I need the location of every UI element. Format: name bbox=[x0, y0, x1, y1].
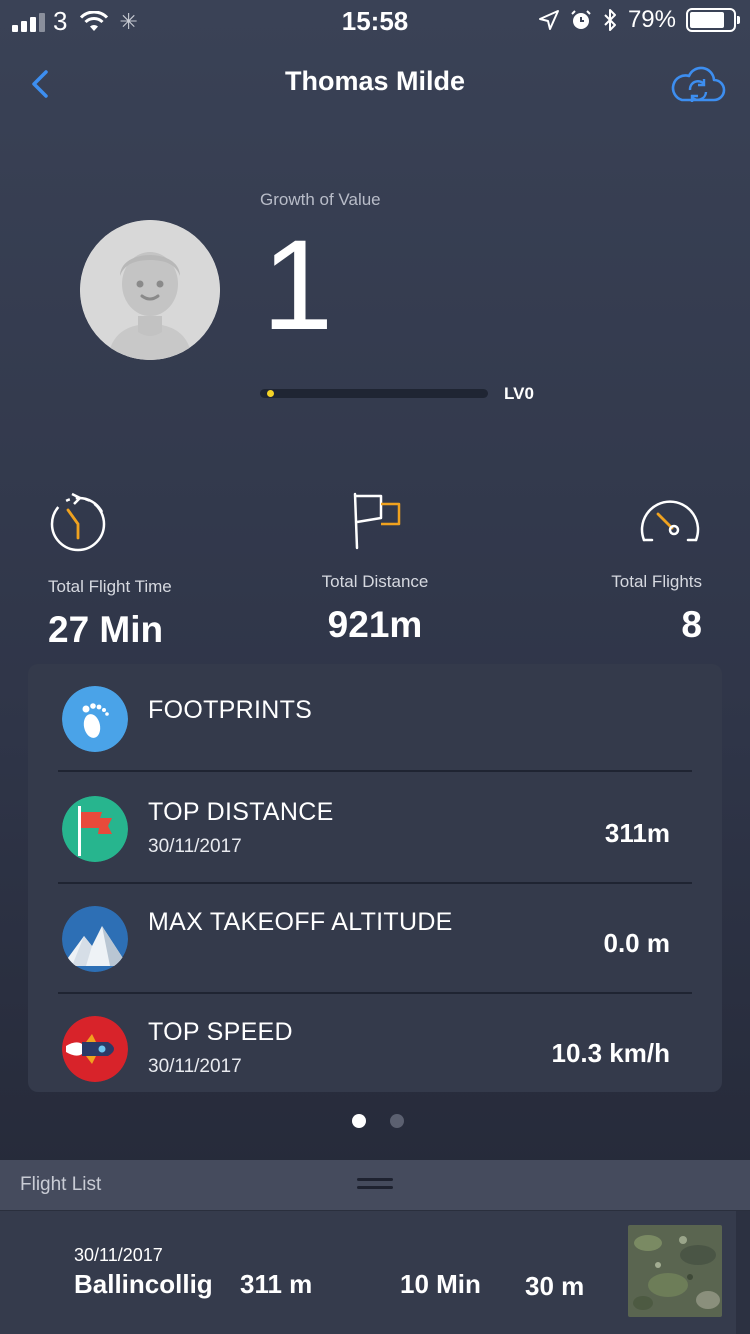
growth-value: 1 bbox=[262, 214, 334, 357]
location-arrow-icon bbox=[538, 10, 559, 30]
stat-label: Total Flight Time bbox=[48, 577, 172, 596]
flag-icon bbox=[353, 492, 401, 550]
page-dot-active[interactable] bbox=[352, 1114, 366, 1128]
record-title: TOP DISTANCE bbox=[148, 798, 334, 826]
record-title: MAX TAKEOFF ALTITUDE bbox=[148, 908, 453, 936]
flight-altitude: 30 m bbox=[525, 1271, 585, 1301]
record-max-altitude[interactable]: MAX TAKEOFF ALTITUDE 0.0 m bbox=[58, 884, 692, 994]
stat-value: 8 bbox=[681, 604, 702, 645]
record-title: FOOTPRINTS bbox=[148, 696, 313, 724]
flight-distance: 311 m bbox=[240, 1269, 313, 1299]
cloud-sync-button[interactable] bbox=[668, 64, 728, 108]
stat-value: 27 Min bbox=[48, 609, 164, 650]
flight-date: 30/11/2017 bbox=[74, 1245, 163, 1265]
speedometer-icon bbox=[640, 500, 700, 542]
level-label: LV0 bbox=[504, 384, 534, 403]
rocket-icon bbox=[62, 1016, 128, 1082]
divider bbox=[58, 770, 692, 772]
flight-duration: 10 Min bbox=[400, 1269, 481, 1299]
stopwatch-icon bbox=[50, 492, 106, 552]
status-right: 79% bbox=[538, 6, 740, 34]
flight-list-title: Flight List bbox=[20, 1174, 102, 1195]
record-value: 311m bbox=[604, 818, 670, 848]
level-progress-indicator bbox=[267, 390, 275, 397]
records-card: FOOTPRINTS TOP DISTANCE 30/11/2017 311m … bbox=[28, 664, 722, 1092]
flight-thumbnail[interactable] bbox=[628, 1225, 722, 1317]
page-title: Thomas Milde bbox=[284, 66, 466, 96]
stat-label: Total Flights bbox=[611, 572, 702, 591]
stat-total-flights: Total Flights 8 bbox=[611, 490, 702, 646]
level-progress-bar bbox=[260, 389, 488, 398]
record-footprints[interactable]: FOOTPRINTS bbox=[58, 664, 692, 774]
flight-location: Ballincollig bbox=[74, 1269, 213, 1299]
stat-total-distance: Total Distance 921m bbox=[300, 490, 450, 646]
stat-value: 921m bbox=[327, 604, 423, 645]
battery-icon bbox=[686, 8, 740, 32]
nav-bar: Thomas Milde bbox=[0, 40, 750, 128]
record-title: TOP SPEED bbox=[148, 1018, 293, 1046]
page-dot[interactable] bbox=[390, 1114, 404, 1128]
battery-percent: 79% bbox=[627, 6, 676, 33]
growth-label: Growth of Value bbox=[260, 190, 381, 209]
bluetooth-icon bbox=[604, 9, 616, 31]
avatar[interactable] bbox=[80, 220, 220, 360]
red-flag-icon bbox=[62, 796, 128, 862]
record-date: 30/11/2017 bbox=[148, 1056, 242, 1077]
stat-flight-time: Total Flight Time 27 Min bbox=[48, 490, 172, 651]
mountain-icon bbox=[62, 906, 128, 972]
page-indicator[interactable] bbox=[352, 1114, 404, 1128]
footprint-icon bbox=[62, 686, 128, 752]
record-value: 10.3 km/h bbox=[551, 1038, 670, 1068]
record-top-distance[interactable]: TOP DISTANCE 30/11/2017 311m bbox=[58, 774, 692, 884]
stat-label: Total Distance bbox=[321, 572, 429, 591]
list-edge bbox=[736, 1211, 750, 1334]
alarm-icon bbox=[571, 10, 591, 29]
flight-list-item[interactable]: 30/11/2017 Ballincollig 311 m 10 Min 30 … bbox=[0, 1210, 750, 1334]
flight-list-header[interactable]: Flight List bbox=[0, 1160, 750, 1210]
record-top-speed[interactable]: TOP SPEED 30/11/2017 10.3 km/h bbox=[58, 994, 692, 1104]
status-bar: 3 ✳ 15:58 79% bbox=[0, 0, 750, 40]
drag-handle-icon[interactable] bbox=[357, 1178, 393, 1192]
record-date: 30/11/2017 bbox=[148, 836, 242, 857]
record-value: 0.0 m bbox=[603, 928, 671, 958]
